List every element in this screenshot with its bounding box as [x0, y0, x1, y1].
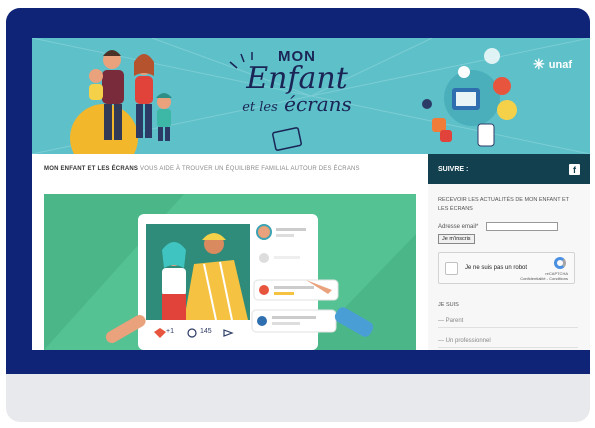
screenshot-card: MON Enfant et les écrans ✳ unaf MON ENFA…: [6, 8, 590, 422]
captcha-brand: reCAPTCHA Confidentialité - Conditions: [520, 271, 568, 281]
header-banner: MON Enfant et les écrans ✳ unaf: [32, 38, 590, 154]
hero-illustration: [44, 194, 416, 350]
bird-icon: [484, 48, 500, 64]
logo-et-les-text: et les: [242, 100, 278, 115]
sidebar-link-professionnel[interactable]: — Un professionnel: [438, 338, 578, 348]
tagline-brand: MON ENFANT ET LES ÉCRANS: [44, 166, 139, 172]
logo-ecrans-text: écrans: [284, 92, 352, 116]
site-tagline: MON ENFANT ET LES ÉCRANS VOUS AIDE À TRO…: [44, 166, 360, 172]
unaf-logo[interactable]: ✳ unaf: [533, 56, 572, 73]
content-row: MON ENFANT ET LES ÉCRANS VOUS AIDE À TRO…: [32, 154, 590, 350]
tagline-text: VOUS AIDE À TROUVER UN ÉQUILIBRE FAMILIA…: [140, 166, 360, 172]
like-count: +1: [166, 328, 174, 335]
main-column: MON ENFANT ET LES ÉCRANS VOUS AIDE À TRO…: [32, 154, 428, 350]
recaptcha-icon: [554, 257, 566, 269]
captcha-label: Je ne suis pas un robot: [465, 265, 528, 271]
sidebar: SUIVRE : f RECEVOIR LES ACTUALITÉS DE MO…: [428, 154, 590, 350]
hero-image[interactable]: +1 145: [44, 194, 416, 350]
follow-bar: SUIVRE : f: [428, 154, 590, 184]
subscribe-button[interactable]: Je m'inscris: [438, 234, 475, 244]
website-viewport: MON Enfant et les écrans ✳ unaf MON ENFA…: [32, 38, 590, 350]
follow-label: SUIVRE :: [438, 165, 469, 173]
recaptcha-widget: Je ne suis pas un robot reCAPTCHA Confid…: [438, 252, 575, 284]
newsletter-title: RECEVOIR LES ACTUALITÉS DE MON ENFANT ET…: [438, 197, 569, 212]
section-title-je-suis: JE SUIS: [438, 302, 459, 308]
email-input[interactable]: [486, 222, 558, 231]
captcha-checkbox[interactable]: [445, 262, 458, 275]
comment-count: 145: [200, 328, 212, 335]
sidebar-link-parent[interactable]: — Parent: [438, 318, 578, 328]
unaf-star-icon: ✳: [533, 56, 545, 72]
email-label: Adresse email*: [438, 224, 479, 230]
facebook-icon[interactable]: f: [569, 163, 580, 175]
logo-enfant-text: Enfant: [246, 61, 348, 96]
captcha-terms-link[interactable]: Confidentialité - Conditions: [520, 276, 568, 281]
site-logo[interactable]: MON Enfant et les écrans: [222, 48, 372, 119]
unaf-logo-text: unaf: [548, 58, 572, 71]
